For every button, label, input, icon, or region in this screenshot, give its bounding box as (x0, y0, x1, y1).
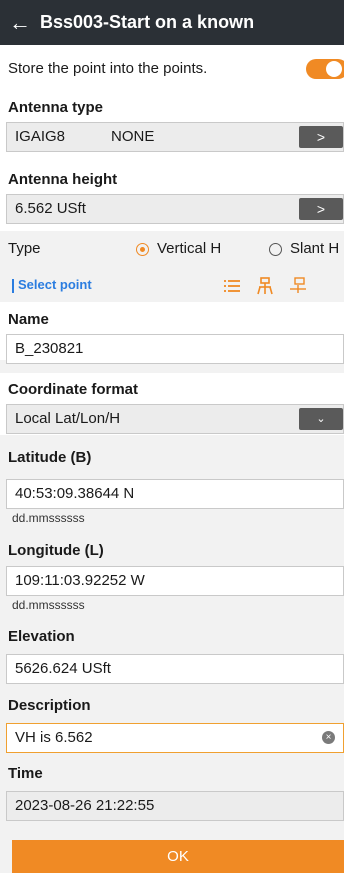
time-field: 2023-08-26 21:22:55 (6, 791, 344, 821)
select-point-link[interactable]: Select point (18, 277, 92, 292)
longitude-input[interactable]: 109:11:03.92252 W (6, 566, 344, 596)
cad-pick-icon[interactable] (288, 276, 308, 296)
store-point-label: Store the point into the points. (8, 59, 208, 77)
toggle-knob (326, 61, 342, 77)
elevation-value: 5626.624 USft (15, 660, 111, 677)
section-accent-bar (12, 279, 14, 293)
vertical-h-radio[interactable] (136, 243, 149, 256)
description-input[interactable]: VH is 6.562 × (6, 723, 344, 753)
clear-text-icon[interactable]: × (322, 731, 335, 744)
store-point-toggle[interactable] (306, 59, 344, 79)
latitude-label: Latitude (B) (8, 449, 92, 466)
coordinate-format-label: Coordinate format (8, 381, 139, 398)
longitude-value: 109:11:03.92252 W (15, 572, 145, 589)
chevron-right-icon: > (316, 201, 326, 217)
ok-button[interactable]: OK (12, 840, 344, 873)
coordinate-format-value: Local Lat/Lon/H (15, 410, 121, 427)
slant-h-radio[interactable] (269, 243, 282, 256)
description-value: VH is 6.562 (15, 729, 93, 746)
longitude-format-hint: dd.mmssssss (12, 598, 85, 612)
latitude-value: 40:53:09.38644 N (15, 485, 135, 502)
chevron-down-icon: ⌄ (316, 413, 326, 425)
latitude-format-hint: dd.mmssssss (12, 511, 85, 525)
elevation-label: Elevation (8, 628, 75, 645)
back-arrow-icon[interactable]: ← (0, 0, 40, 45)
antenna-height-field[interactable]: 6.562 USft > (6, 194, 344, 224)
time-value: 2023-08-26 21:22:55 (15, 797, 155, 814)
antenna-type-value: IGAIG8 (15, 128, 66, 145)
time-label: Time (8, 765, 43, 782)
name-value: B_230821 (15, 340, 84, 357)
coordinate-format-select[interactable]: Local Lat/Lon/H ⌄ (6, 404, 344, 434)
antenna-radome-value: NONE (111, 128, 155, 145)
chevron-right-icon: > (316, 129, 326, 145)
vertical-h-label[interactable]: Vertical H (157, 240, 221, 257)
description-label: Description (8, 697, 91, 714)
longitude-label: Longitude (L) (8, 542, 104, 559)
store-point-row: Store the point into the points. (0, 45, 344, 91)
type-label: Type (8, 240, 41, 257)
antenna-type-select-button[interactable]: > (299, 126, 343, 148)
height-type-row: Type Vertical H Slant H (0, 233, 344, 265)
name-label: Name (8, 311, 49, 328)
antenna-height-label: Antenna height (8, 171, 118, 188)
antenna-type-label: Antenna type (8, 99, 104, 116)
survey-point-icon[interactable] (255, 276, 275, 296)
antenna-height-value: 6.562 USft (15, 200, 86, 217)
select-point-row: Select point (0, 270, 344, 300)
latitude-input[interactable]: 40:53:09.38644 N (6, 479, 344, 509)
elevation-input[interactable]: 5626.624 USft (6, 654, 344, 684)
antenna-type-field[interactable]: IGAIG8 NONE > (6, 122, 344, 152)
coordinate-format-dropdown-button[interactable]: ⌄ (299, 408, 343, 430)
point-list-icon[interactable] (222, 276, 242, 296)
antenna-height-edit-button[interactable]: > (299, 198, 343, 220)
name-input[interactable]: B_230821 (6, 334, 344, 364)
page-title: Bss003-Start on a known (40, 12, 255, 32)
slant-h-label[interactable]: Slant H (290, 240, 339, 257)
title-bar: ← Bss003-Start on a known (0, 0, 344, 45)
